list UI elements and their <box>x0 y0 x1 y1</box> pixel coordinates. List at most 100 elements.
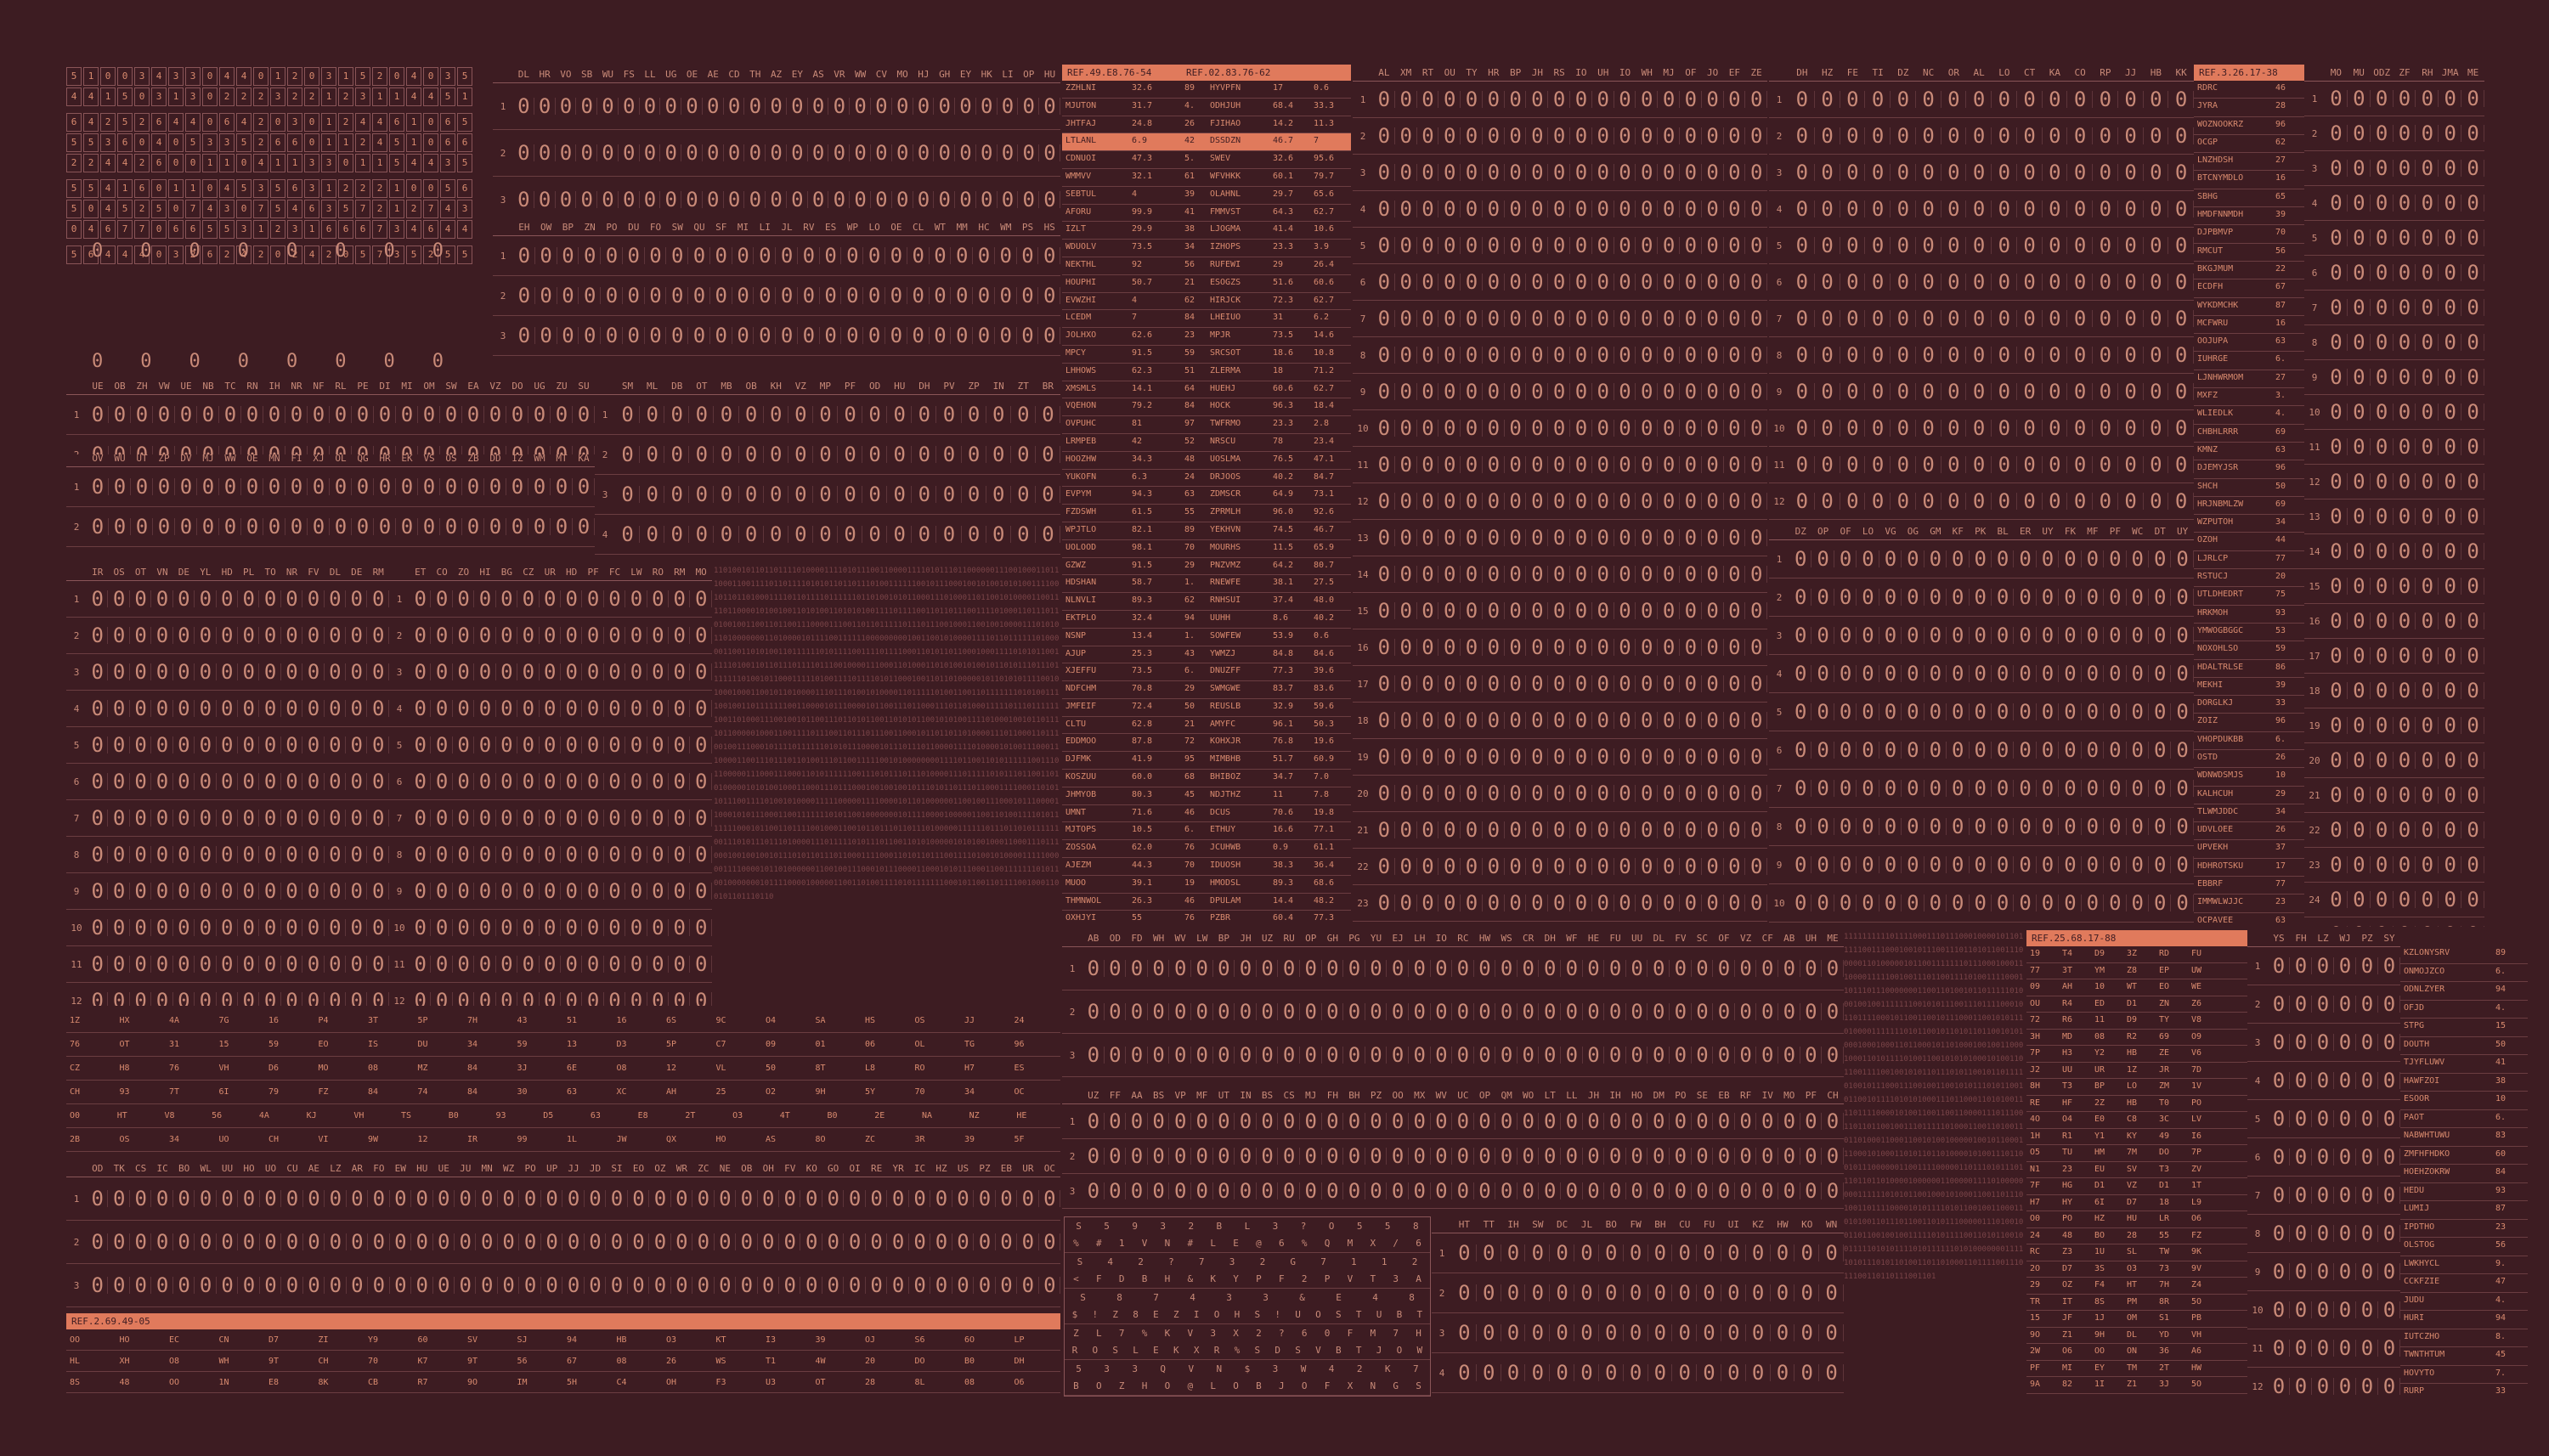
column-header[interactable]: TO <box>259 564 280 580</box>
grid-cell[interactable]: 0 <box>1373 635 1395 659</box>
grid-cell[interactable]: 0 <box>1505 745 1527 769</box>
grid-cell[interactable]: 0 <box>2378 1374 2400 1397</box>
grid-cell[interactable]: 0 <box>87 843 109 866</box>
grid-cell[interactable]: 0 <box>1387 1144 1409 1168</box>
grid-cell[interactable]: 0 <box>739 403 764 426</box>
grid-cell[interactable]: 0 <box>1461 672 1483 696</box>
column-header[interactable]: MJ <box>1300 1087 1322 1103</box>
grid-cell[interactable]: 0 <box>2017 197 2043 221</box>
grid-cell[interactable]: 0 <box>496 916 518 940</box>
grid-cell[interactable]: 0 <box>151 733 174 757</box>
ref-row[interactable]: WZPUTOH 34 <box>2194 515 2304 533</box>
grid-cell[interactable]: 0 <box>1924 585 1947 609</box>
column-header[interactable]: CS <box>130 1160 151 1177</box>
grid-cell[interactable]: 0 <box>1702 818 1724 842</box>
ref-row[interactable]: 2W O6 OO ON 36 A6 <box>2026 1344 2247 1361</box>
grid-cell[interactable]: 0 <box>1966 234 1992 257</box>
grid-cell[interactable]: 0 <box>2348 539 2371 563</box>
ref-row[interactable]: WOZNOOKRZ 96 <box>2194 117 2304 135</box>
grid-cell[interactable]: 0 <box>1417 818 1439 842</box>
grid-cell[interactable]: 0 <box>1017 1230 1040 1254</box>
grid-cell[interactable]: 0 <box>2378 992 2400 1016</box>
grid-cell[interactable]: 0 <box>1548 562 1570 586</box>
grid-cell[interactable]: 0 <box>788 483 813 506</box>
grid-cell[interactable]: 0 <box>1924 624 1947 647</box>
digit-box[interactable]: 3 <box>270 87 285 106</box>
grid-cell[interactable]: 0 <box>1857 624 1880 647</box>
grid-cell[interactable]: 0 <box>1526 708 1549 732</box>
code-cell[interactable]: 08 <box>365 1061 415 1075</box>
grid-cell[interactable]: 0 <box>2290 1069 2312 1092</box>
grid-cell[interactable]: 0 <box>844 1187 867 1211</box>
grid-cell[interactable]: 0 <box>195 806 217 830</box>
grid-cell[interactable]: 0 <box>1036 403 1060 426</box>
grid-cell[interactable]: 0 <box>108 587 131 611</box>
ref-row[interactable]: 9O Z1 9H DL YD VH <box>2026 1328 2247 1344</box>
digit-box[interactable]: 3 <box>321 200 336 218</box>
code-cell[interactable]: 93 <box>492 1109 540 1123</box>
grid-cell[interactable]: 0 <box>474 624 497 647</box>
grid-cell[interactable]: 0 <box>2043 161 2068 184</box>
column-header[interactable]: FO <box>645 219 667 235</box>
code-cell[interactable]: HT <box>114 1109 161 1123</box>
grid-cell[interactable]: 0 <box>1626 1043 1648 1067</box>
grid-cell[interactable]: 0 <box>1822 1000 1844 1024</box>
grid-cell[interactable]: 0 <box>930 324 952 347</box>
grid-cell[interactable]: 0 <box>660 188 681 212</box>
grid-cell[interactable]: 0 <box>1834 776 1857 800</box>
grid-cell[interactable]: 0 <box>669 660 691 684</box>
grid-cell[interactable]: 0 <box>2439 888 2462 911</box>
grid-cell[interactable]: 0 <box>259 587 282 611</box>
grid-cell[interactable]: 0 <box>822 1230 845 1254</box>
column-header[interactable]: PZ <box>2356 930 2378 946</box>
grid-cell[interactable]: 0 <box>217 1187 239 1211</box>
grid-cell[interactable]: 0 <box>1614 453 1636 477</box>
grid-cell[interactable]: 0 <box>1891 270 1916 294</box>
ref-cell[interactable]: 8S <box>66 1375 116 1390</box>
ref-row[interactable]: GZWZ 91.5 <box>1062 558 1181 576</box>
grid-cell[interactable]: 0 <box>2416 783 2439 807</box>
grid-cell[interactable]: 0 <box>1658 672 1680 696</box>
grid-cell[interactable]: 0 <box>1483 782 1505 805</box>
grid-cell[interactable]: 0 <box>2394 261 2416 285</box>
grid-cell[interactable]: 0 <box>217 697 239 720</box>
grid-cell[interactable]: 0 <box>1819 1281 1844 1305</box>
grid-cell[interactable]: 0 <box>87 989 109 1006</box>
grid-cell[interactable]: 0 <box>2149 776 2172 800</box>
grid-cell[interactable]: 0 <box>2371 296 2394 319</box>
grid-cell[interactable]: 0 <box>585 1187 607 1211</box>
ref-cell[interactable]: C4 <box>613 1375 664 1390</box>
ref-cell[interactable]: 8L <box>912 1375 962 1390</box>
grid-cell[interactable]: 0 <box>582 952 605 976</box>
code-cell[interactable]: H8 <box>116 1061 167 1075</box>
grid-cell[interactable]: 0 <box>2290 1145 2312 1169</box>
column-header[interactable]: PO <box>1670 1087 1692 1103</box>
grid-cell[interactable]: 0 <box>1857 700 1880 724</box>
char-key[interactable]: @ <box>1188 1380 1194 1391</box>
column-header[interactable]: LO <box>863 219 885 235</box>
char-key[interactable]: 3 <box>1104 1363 1110 1374</box>
grid-cell[interactable]: 0 <box>1039 188 1060 212</box>
grid-cell[interactable]: 0 <box>1438 745 1461 769</box>
grid-cell[interactable]: 0 <box>1017 1273 1040 1297</box>
grid-cell[interactable]: 0 <box>1452 1321 1477 1345</box>
grid-cell[interactable]: 0 <box>1191 1179 1213 1203</box>
char-key[interactable]: T <box>1356 1309 1362 1320</box>
grid-cell[interactable]: 0 <box>2371 435 2394 459</box>
grid-cell[interactable]: 0 <box>732 284 755 308</box>
char-key[interactable]: S <box>1077 1256 1083 1267</box>
grid-cell[interactable]: 0 <box>1879 662 1902 686</box>
ref-row[interactable]: O5 TU HM 7M DO 7P <box>2026 1145 2247 1162</box>
grid-cell[interactable]: 0 <box>1680 818 1702 842</box>
grid-cell[interactable]: 0 <box>1680 380 1702 404</box>
grid-cell[interactable]: 0 <box>1746 1241 1771 1265</box>
code-cell[interactable]: 3J <box>514 1061 564 1075</box>
ref-row[interactable]: 8H T3 BP LO ZM 1V <box>2026 1079 2247 1096</box>
grid-cell[interactable]: 0 <box>1966 453 1992 477</box>
ref-cell[interactable]: 56 <box>514 1354 564 1369</box>
grid-cell[interactable]: 0 <box>1789 416 1815 440</box>
grid-cell[interactable]: 0 <box>604 806 626 830</box>
grid-cell[interactable]: 0 <box>640 403 665 426</box>
column-header[interactable]: OU <box>1438 65 1461 81</box>
column-header[interactable]: DT <box>2149 523 2171 539</box>
